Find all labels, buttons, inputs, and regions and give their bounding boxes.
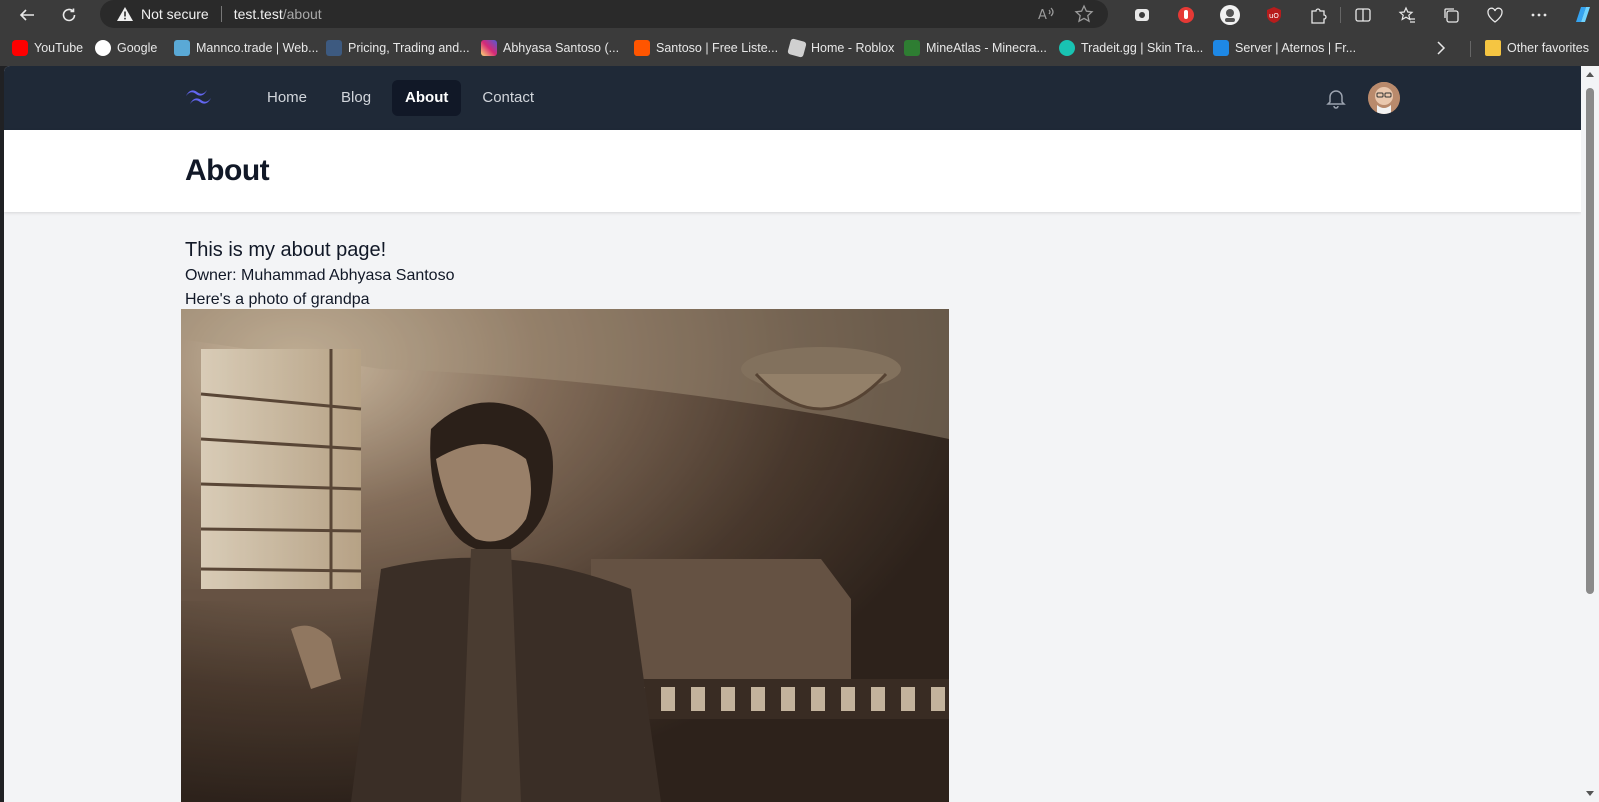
read-aloud-icon[interactable]: A xyxy=(1036,4,1056,24)
nav-link-blog[interactable]: Blog xyxy=(328,80,384,116)
bookmarks-overflow-chevron-icon[interactable] xyxy=(1436,40,1446,61)
youtube-icon xyxy=(12,40,28,56)
collections-icon[interactable] xyxy=(1429,0,1473,30)
browser-toolbar: Not secure test.test/about A uO xyxy=(0,0,1599,30)
split-screen-icon[interactable] xyxy=(1341,0,1385,30)
bookmark-label: Pricing, Trading and... xyxy=(348,41,470,55)
bookmark-other-favorites[interactable]: Other favorites xyxy=(1485,40,1589,56)
bookmark-label: Google xyxy=(117,41,158,55)
soundcloud-icon xyxy=(634,40,650,56)
bookmark-label: YouTube xyxy=(34,41,84,55)
bookmark-roblox[interactable]: Home - Roblox xyxy=(787,38,895,58)
reload-icon[interactable] xyxy=(54,0,84,30)
bookmark-label: Santoso | Free Liste... xyxy=(656,41,779,55)
address-divider xyxy=(220,6,222,22)
nav-link-about[interactable]: About xyxy=(392,80,462,116)
warning-icon[interactable] xyxy=(116,5,134,23)
extensions-toolbar: uO xyxy=(1120,0,1599,30)
bookmark-google[interactable]: Google xyxy=(95,40,157,56)
tailwind-logo-icon[interactable] xyxy=(184,86,216,110)
bookmark-soundcloud[interactable]: Santoso | Free Liste... xyxy=(634,40,778,56)
adblock-hand-icon[interactable] xyxy=(1164,0,1208,30)
security-label[interactable]: Not secure xyxy=(141,6,209,22)
svg-text:A: A xyxy=(1038,8,1047,23)
bookmarks-bar: YouTube Google Mannco.trade | Web... Pri… xyxy=(0,30,1599,66)
favorite-star-icon[interactable] xyxy=(1074,4,1094,24)
bookmark-mineatlas[interactable]: MineAtlas - Minecra... xyxy=(904,40,1047,56)
bookmark-label: Home - Roblox xyxy=(811,41,895,55)
scrollbar-thumb[interactable] xyxy=(1586,88,1594,594)
page-header: About xyxy=(4,130,1581,212)
copilot-icon[interactable] xyxy=(1561,0,1599,30)
bookmark-label: Abhyasa Santoso (... xyxy=(503,41,620,55)
bookmark-label: Other favorites xyxy=(1507,41,1589,55)
nav-links: Home Blog About Contact xyxy=(254,80,547,116)
main-content: This is my about page! Owner: Muhammad A… xyxy=(185,236,454,312)
back-arrow-icon[interactable] xyxy=(12,0,42,30)
aternos-icon xyxy=(1213,40,1229,56)
scroll-up-arrow-icon[interactable] xyxy=(1586,72,1594,77)
intro-text: This is my about page! xyxy=(185,239,387,261)
bookmark-instagram[interactable]: Abhyasa Santoso (... xyxy=(481,40,619,56)
roblox-icon xyxy=(787,38,807,58)
address-bar[interactable]: Not secure test.test/about A xyxy=(100,0,1108,28)
nav-link-contact[interactable]: Contact xyxy=(469,80,547,116)
page-title: About xyxy=(185,154,270,187)
bookmark-aternos[interactable]: Server | Aternos | Fr... xyxy=(1213,40,1356,56)
trading-site-icon xyxy=(326,40,342,56)
google-icon xyxy=(95,40,111,56)
nav-link-home[interactable]: Home xyxy=(254,80,320,116)
instagram-icon xyxy=(481,40,497,56)
owner-text: Owner: Muhammad Abhyasa Santoso xyxy=(185,267,455,284)
bookmark-label: MineAtlas - Minecra... xyxy=(926,41,1047,55)
site-navbar: Home Blog About Contact xyxy=(4,66,1581,130)
page-viewport: Home Blog About Contact About This is my… xyxy=(4,66,1581,802)
notification-bell-icon[interactable] xyxy=(1324,86,1348,110)
sepia-photo-illustration xyxy=(181,309,949,802)
svg-text:uO: uO xyxy=(1269,12,1279,20)
vertical-scrollbar[interactable] xyxy=(1581,66,1599,802)
grandpa-photo xyxy=(181,309,949,802)
ublock-origin-icon[interactable]: uO xyxy=(1252,0,1296,30)
favorites-list-icon[interactable] xyxy=(1385,0,1429,30)
bookmarks-divider xyxy=(1470,41,1471,57)
tradeit-icon xyxy=(1059,40,1075,56)
bookmark-label: Server | Aternos | Fr... xyxy=(1235,41,1357,55)
bookmark-youtube[interactable]: YouTube xyxy=(12,40,83,56)
scroll-down-arrow-icon[interactable] xyxy=(1586,791,1594,796)
bookmark-pricing[interactable]: Pricing, Trading and... xyxy=(326,40,470,56)
mannco-icon xyxy=(174,40,190,56)
bookmark-label: Mannco.trade | Web... xyxy=(196,41,319,55)
mineatlas-icon xyxy=(904,40,920,56)
bookmark-mannco[interactable]: Mannco.trade | Web... xyxy=(174,40,319,56)
profile-extension-icon[interactable] xyxy=(1208,0,1252,30)
folder-icon xyxy=(1485,40,1501,56)
bookmark-label: Tradeit.gg | Skin Tra... xyxy=(1081,41,1204,55)
extensions-puzzle-icon[interactable] xyxy=(1296,0,1340,30)
bookmark-tradeit[interactable]: Tradeit.gg | Skin Tra... xyxy=(1059,40,1203,56)
browser-essentials-icon[interactable] xyxy=(1473,0,1517,30)
url-host[interactable]: test.test xyxy=(234,6,283,22)
more-options-icon[interactable] xyxy=(1517,0,1561,30)
screen-capture-extension-icon[interactable] xyxy=(1120,0,1164,30)
url-path[interactable]: /about xyxy=(283,6,322,22)
user-avatar[interactable] xyxy=(1368,82,1400,114)
